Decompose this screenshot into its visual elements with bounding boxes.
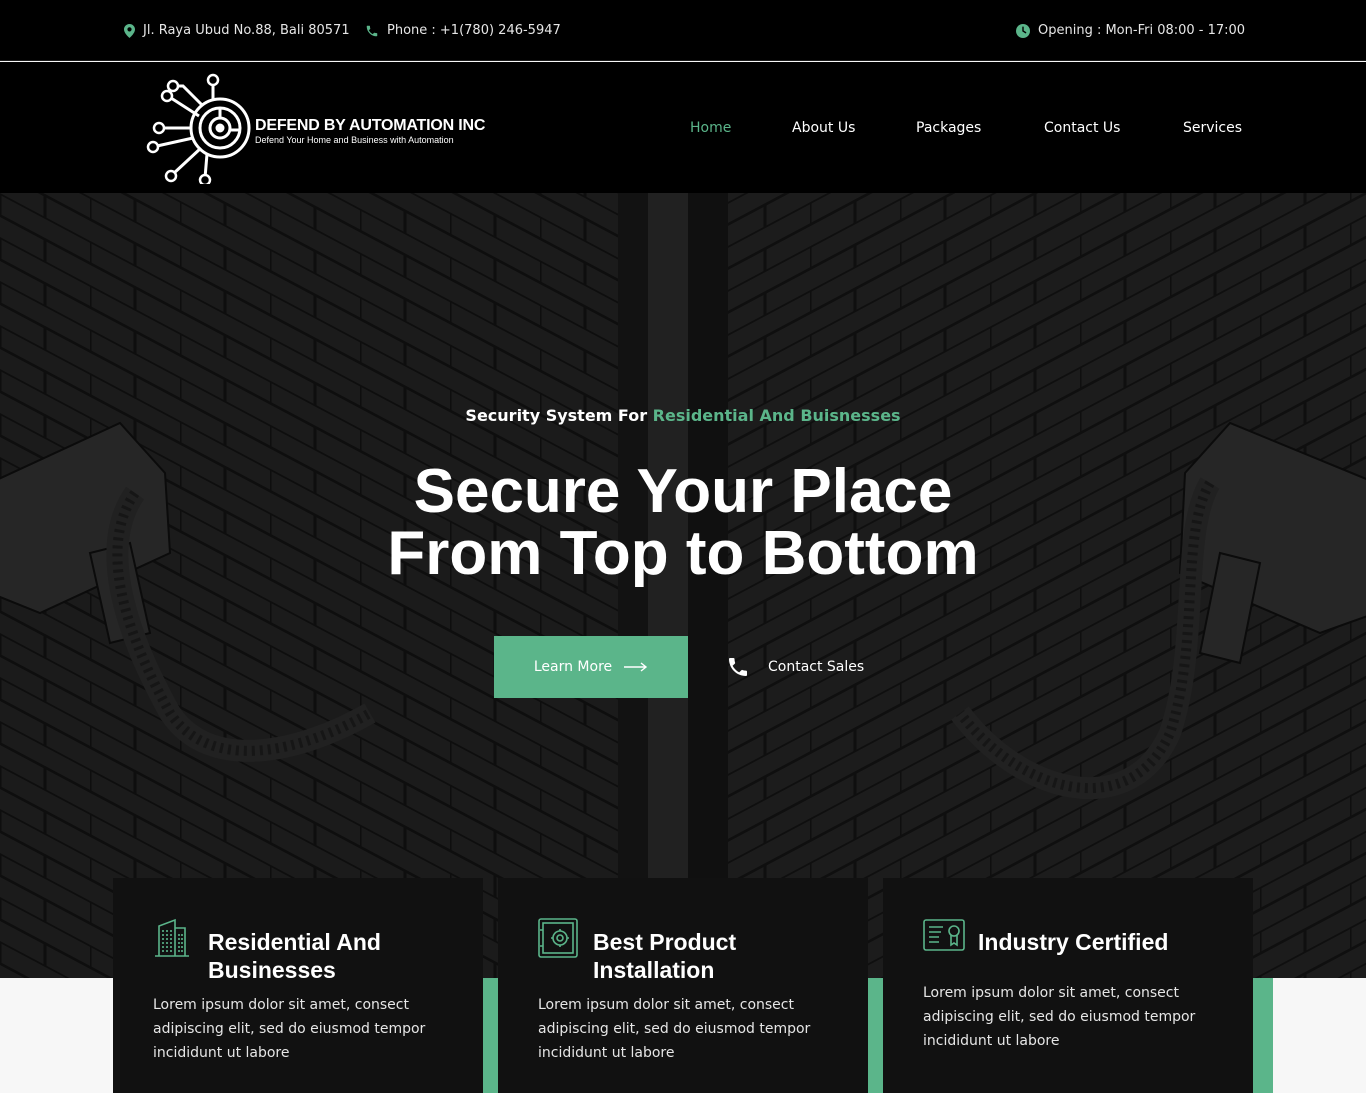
clock-icon — [1016, 23, 1030, 38]
feature-text: Lorem ipsum dolor sit amet, consect adip… — [923, 985, 1196, 1049]
feature-card: Residential And Businesses Lorem ipsum d… — [113, 878, 483, 1093]
feature-text: Lorem ipsum dolor sit amet, consect adip… — [538, 997, 811, 1061]
feature-text: Lorem ipsum dolor sit amet, consect adip… — [153, 997, 426, 1061]
contact-sales-label: Contact Sales — [768, 659, 865, 675]
circuit-logo-icon — [146, 73, 251, 184]
phone-icon — [366, 25, 378, 36]
main-header: DEFEND BY AUTOMATION INC Defend Your Hom… — [0, 62, 1366, 193]
map-pin-icon — [124, 23, 135, 38]
feature-title: Industry Certified — [978, 929, 1169, 955]
kicker-prefix: Security System For — [465, 406, 648, 425]
brand-name: DEFEND BY AUTOMATION INC — [255, 117, 486, 134]
brand-tagline: Defend Your Home and Business with Autom… — [255, 135, 454, 145]
phone-info[interactable]: Phone : +1(780) 246-5947 — [365, 0, 561, 61]
learn-more-button[interactable]: Learn More — [494, 636, 688, 698]
nav-contact-us[interactable]: Contact Us — [1044, 62, 1120, 193]
address-info: Jl. Raya Ubud No.88, Bali 80571 — [124, 0, 350, 61]
top-bar: Jl. Raya Ubud No.88, Bali 80571 Phone : … — [0, 0, 1366, 61]
hero-section: Security System For Residential And Buis… — [0, 193, 1366, 978]
arrow-right-icon — [624, 662, 648, 672]
safe-icon — [538, 918, 578, 958]
certificate-icon — [923, 919, 965, 951]
building-icon — [155, 918, 189, 957]
feature-card: Industry Certified Lorem ipsum dolor sit… — [883, 878, 1253, 1093]
address-text: Jl. Raya Ubud No.88, Bali 80571 — [143, 23, 350, 38]
nav-about-us[interactable]: About Us — [792, 62, 855, 193]
hero-title: Secure Your Place From Top to Bottom — [0, 461, 1366, 585]
opening-info: Opening : Mon-Fri 08:00 - 17:00 — [1016, 0, 1245, 61]
nav-home[interactable]: Home — [690, 62, 731, 193]
nav-packages[interactable]: Packages — [916, 62, 981, 193]
feature-card: Best Product Installation Lorem ipsum do… — [498, 878, 868, 1093]
contact-sales-link[interactable]: Contact Sales — [726, 636, 864, 698]
opening-text: Opening : Mon-Fri 08:00 - 17:00 — [1038, 23, 1246, 38]
brand-logo[interactable]: DEFEND BY AUTOMATION INC Defend Your Hom… — [143, 72, 503, 184]
nav-services[interactable]: Services — [1183, 62, 1242, 193]
kicker-highlight: Residential And Buisnesses — [652, 406, 901, 425]
hero-kicker: Security System For Residential And Buis… — [0, 406, 1366, 425]
hero-title-line-1: Secure Your Place — [413, 457, 953, 526]
learn-more-label: Learn More — [533, 659, 613, 675]
feature-title: Residential And Businesses — [208, 929, 381, 983]
phone-icon — [729, 658, 747, 676]
hero-title-line-2: From Top to Bottom — [387, 519, 979, 588]
phone-text: Phone : +1(780) 246-5947 — [387, 23, 561, 38]
feature-title: Best Product Installation — [593, 929, 737, 983]
